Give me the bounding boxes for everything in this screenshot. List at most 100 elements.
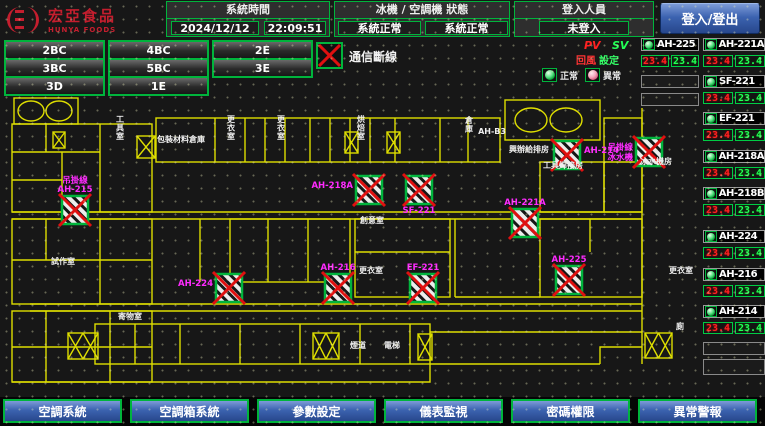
unit-name: AH-218A xyxy=(719,151,764,162)
unit-sv-value: 23.4 xyxy=(735,204,765,216)
room-label: 試作室 xyxy=(51,256,75,266)
unit-values-AH-214: 23.423.4 xyxy=(703,322,765,334)
unit-plan-label: SF-221 xyxy=(403,206,436,216)
ac-status: 系統正常 xyxy=(425,21,508,35)
unit-alarm-icon-AH-225[interactable]: AH-225 xyxy=(552,255,587,296)
unit-alarm-icon-AH-218A[interactable]: AH-218A xyxy=(311,174,385,206)
unit-lamp-icon xyxy=(705,306,717,317)
unit-sv-value: 23.4 xyxy=(735,129,765,141)
unit-lamp-icon xyxy=(705,151,717,162)
unit-sv-value: 23.4 xyxy=(735,285,765,297)
unit-row-AH-218B[interactable]: AH-218B xyxy=(703,187,765,200)
unit-row-SF-221[interactable]: SF-221 xyxy=(703,75,765,88)
unit-row-EF-221[interactable]: EF-221 xyxy=(703,112,765,125)
pv-name-label: 回風 xyxy=(576,52,596,67)
walls xyxy=(12,98,642,382)
unit-alarm-icon-SF-221[interactable]: SF-221 xyxy=(403,174,436,216)
chiller-status: 系統正常 xyxy=(338,21,421,35)
room-label: 電梯 xyxy=(384,340,400,350)
unit-values-SF-221: 23.423.4 xyxy=(703,92,765,104)
unit-pv-value: 23.4 xyxy=(703,92,733,104)
unit-values-AH-225: 23.423.4 xyxy=(641,55,699,67)
nav-button-空調箱系統[interactable]: 空調箱系統 xyxy=(130,399,249,423)
unit-values-AH-218A: 23.423.4 xyxy=(703,167,765,179)
unit-pv-value: 23.4 xyxy=(703,285,733,297)
unit-row-AH-216[interactable]: AH-216 xyxy=(703,268,765,281)
unit-pv-value: 23.4 xyxy=(703,129,733,141)
logo-icon xyxy=(6,4,42,36)
unit-status-panel: AH-22523.423.4AH-221A23.423.4SF-22123.42… xyxy=(641,38,765,388)
machine-status-label: 冰機 / 空調機 狀態 xyxy=(335,2,509,19)
unit-plan-label: AH-216 xyxy=(321,263,356,273)
stairs-icon xyxy=(68,333,98,359)
unit-sv-value: 23.4 xyxy=(735,92,765,104)
floor-button-1E[interactable]: 1E xyxy=(108,76,209,96)
unit-sv-value: 23.4 xyxy=(735,247,765,259)
logo-subtext: HUNYA FOODS xyxy=(48,26,116,34)
room-label: 更衣室 xyxy=(277,114,286,141)
unit-name: AH-224 xyxy=(719,231,757,242)
room-label: 烘焙室 xyxy=(356,114,365,141)
sv-label: SV xyxy=(612,39,628,52)
unit-alarm-icon-EF-221[interactable]: EF-221 xyxy=(407,263,440,304)
unit-plan-label: 吊掛線 xyxy=(607,142,633,153)
unit-lamp-icon xyxy=(705,39,717,50)
unit-row-AH-218A[interactable]: AH-218A xyxy=(703,150,765,163)
unit-lamp-icon xyxy=(705,231,717,242)
unit-lamp-icon xyxy=(705,76,717,87)
room-label: 工具焊接房 xyxy=(543,160,583,170)
bottom-nav-bar: 空調系統空調箱系統參數設定儀表監視密碼權限異常警報 xyxy=(0,397,765,426)
unit-values-AH-218B: 23.423.4 xyxy=(703,204,765,216)
room-label: 煙道 xyxy=(350,340,366,350)
empty-slot xyxy=(641,75,699,88)
floor-button-3BC[interactable]: 3BC xyxy=(4,58,105,78)
unit-sv-value: 23.4 xyxy=(671,55,699,67)
unit-plan-label: AH-218A xyxy=(311,181,353,191)
unit-plan-label: AH-215 xyxy=(58,185,93,195)
abnormal-label: 異常 xyxy=(603,69,621,82)
nav-button-異常警報[interactable]: 異常警報 xyxy=(638,399,757,423)
login-logout-button[interactable]: 登入/登出 xyxy=(660,3,760,34)
floor-button-5BC[interactable]: 5BC xyxy=(108,58,209,78)
unit-alarm-icon-AH-224[interactable]: AH-224 xyxy=(178,272,245,304)
login-state: 未登入 xyxy=(539,21,629,35)
room-label: 倉庫 xyxy=(464,115,474,134)
unit-row-AH-214[interactable]: AH-214 xyxy=(703,305,765,318)
floor-button-3E[interactable]: 3E xyxy=(212,58,313,78)
unit-values-AH-216: 23.423.4 xyxy=(703,285,765,297)
unit-name: AH-218B xyxy=(719,188,764,199)
floor-button-2BC[interactable]: 2BC xyxy=(4,40,105,60)
unit-sv-value: 23.4 xyxy=(735,322,765,334)
nav-button-密碼權限[interactable]: 密碼權限 xyxy=(511,399,630,423)
unit-lamp-icon xyxy=(705,113,717,124)
time-value: 22:09:51 xyxy=(264,21,326,35)
unit-lamp-icon xyxy=(705,188,717,199)
stairs-icon xyxy=(387,132,400,153)
unit-alarm-icon-AH-216[interactable]: AH-216 xyxy=(321,263,356,304)
floor-button-3D[interactable]: 3D xyxy=(4,76,105,96)
unit-sv-value: 23.4 xyxy=(735,55,765,67)
unit-plan-label: EF-221 xyxy=(407,263,440,273)
unit-row-AH-225[interactable]: AH-225 xyxy=(641,38,699,51)
normal-label: 正常 xyxy=(560,69,578,82)
unit-pv-value: 23.4 xyxy=(703,247,733,259)
room-label: AH-B3 xyxy=(478,127,506,136)
comm-fail-icon xyxy=(316,42,343,69)
room-label: 更衣室 xyxy=(227,114,236,141)
machine-status-panel: 冰機 / 空調機 狀態 系統正常 系統正常 xyxy=(334,1,510,37)
nav-button-空調系統[interactable]: 空調系統 xyxy=(3,399,122,423)
unit-alarm-icon-吊掛線AH-215[interactable]: 吊掛線AH-215 xyxy=(58,175,93,226)
unit-name: EF-221 xyxy=(719,113,754,124)
unit-sv-value: 23.4 xyxy=(735,167,765,179)
unit-row-AH-224[interactable]: AH-224 xyxy=(703,230,765,243)
unit-row-AH-221A[interactable]: AH-221A xyxy=(703,38,765,51)
floor-button-4BC[interactable]: 4BC xyxy=(108,40,209,60)
nav-button-儀表監視[interactable]: 儀表監視 xyxy=(384,399,503,423)
unit-name: AH-214 xyxy=(719,306,757,317)
floor-button-2E[interactable]: 2E xyxy=(212,40,313,60)
normal-lamp-icon xyxy=(542,68,557,82)
system-time-panel: 系統時間 2024/12/12 22:09:51 xyxy=(166,1,330,37)
nav-button-參數設定[interactable]: 參數設定 xyxy=(257,399,376,423)
room-label: 興辦給排房 xyxy=(509,144,549,154)
room-label: 工具室 xyxy=(116,115,124,141)
